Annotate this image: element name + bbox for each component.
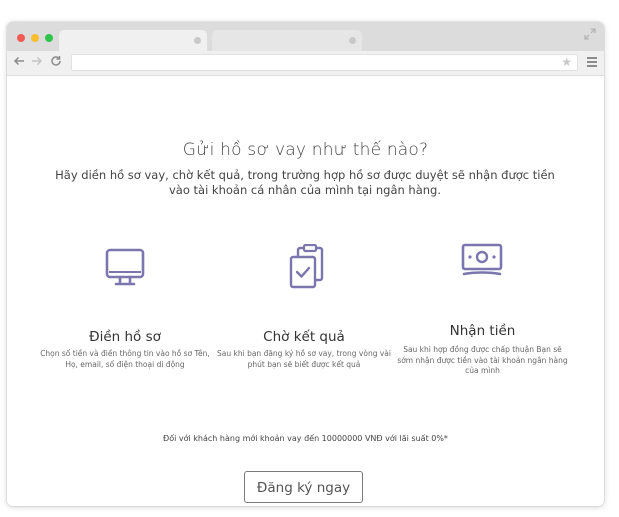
maximize-window-button[interactable]: [45, 34, 53, 42]
feature-wait-result: Chờ kết quả Sau khi bạn đăng ký hồ sơ va…: [217, 243, 391, 386]
expand-icon[interactable]: [584, 28, 596, 40]
address-bar[interactable]: ★: [71, 54, 578, 71]
page-title: Gửi hồ sơ vay như thế nào?: [182, 140, 429, 160]
browser-tab-1[interactable]: [59, 30, 207, 51]
feature-title: Nhận tiền: [449, 323, 516, 339]
browser-window: ★ Gửi hồ sơ vay như thế nào? Hãy diền hồ…: [7, 22, 604, 506]
tab-close-icon[interactable]: [349, 37, 356, 44]
browser-toolbar: ★: [7, 51, 604, 76]
star-icon[interactable]: ★: [561, 55, 572, 70]
feature-title: Chờ kết quả: [263, 329, 345, 345]
feature-description: Sau khi hợp đồng được chấp thuận Bạn sẽ …: [397, 345, 568, 375]
feature-description: Sau khi bạn đăng ký hồ sơ vay, trong vòn…: [217, 349, 391, 369]
hamburger-menu-icon[interactable]: [587, 57, 597, 69]
arrow-right-icon[interactable]: [31, 55, 43, 70]
page-content: Gửi hồ sơ vay như thế nào? Hãy diền hồ s…: [7, 76, 604, 506]
clipboard-check-icon: [286, 243, 328, 294]
feature-description: Chọn số tiền và điền thông tin vào hồ sơ…: [40, 349, 210, 369]
promo-text: Đối với khách hàng mới khoản vay đến 100…: [163, 434, 448, 443]
page-subtitle: Hãy diền hồ sơ vay, chờ kết quả, trong t…: [55, 168, 555, 197]
money-icon: [459, 240, 505, 286]
feature-title: Điền hồ sơ: [89, 329, 161, 345]
arrow-left-icon[interactable]: [13, 55, 25, 70]
tab-close-icon[interactable]: [194, 37, 201, 44]
feature-fill-application: Điền hồ sơ Chọn số tiền và điền thông ti…: [40, 246, 210, 386]
monitor-icon: [104, 246, 146, 292]
close-window-button[interactable]: [17, 34, 25, 42]
feature-receive-money: Nhận tiền Sau khi hợp đồng được chấp thu…: [395, 240, 570, 400]
reload-icon[interactable]: [50, 55, 62, 70]
minimize-window-button[interactable]: [31, 34, 39, 42]
browser-tab-2[interactable]: [212, 30, 362, 51]
register-now-button[interactable]: Đăng ký ngay: [244, 471, 363, 503]
browser-titlebar: [7, 22, 604, 51]
